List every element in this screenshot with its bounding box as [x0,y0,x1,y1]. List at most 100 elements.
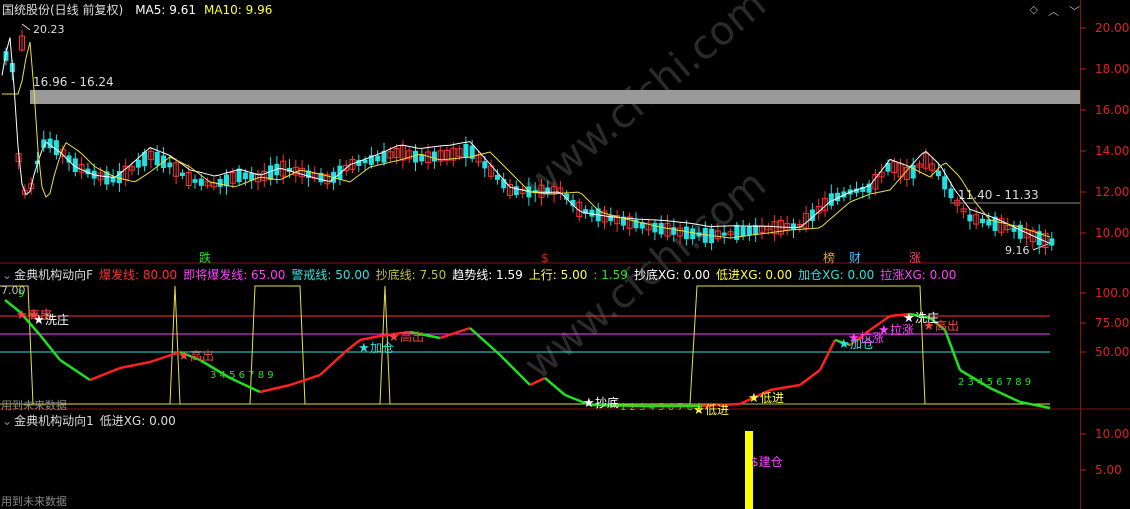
trend-segment [1019,400,1051,410]
future-data-note-lower: 用到未来数据 [1,495,67,508]
indicator-title[interactable]: 金典机构动向F [14,266,93,284]
candle-body [179,172,185,177]
candle-body [135,159,141,168]
candle-body [980,218,985,224]
candle-body [494,174,500,180]
trend-segment [149,350,181,364]
range-label: 11.40 - 11.33 [958,188,1039,202]
low-label: 9.16 [1005,244,1030,257]
candle-body [791,223,796,230]
indicator-param: 低进XG: 0.00 [716,268,793,282]
candle-body [935,170,941,177]
signal-star: ★ [33,313,45,328]
candle-body [721,232,727,236]
trend-segment [359,334,381,342]
candle-body [948,188,954,199]
high-pointer [21,23,31,31]
stock-chart-window: www.cfchi.com www.cfchi.com 20.00 18.00 16.0… [0,0,1130,509]
candle-body [337,165,343,180]
y-tick-label: 14.00 [1095,144,1129,158]
indicator-param: : 1.59 [593,268,628,282]
trend-segment [439,326,471,340]
signal-label: 高出 [190,348,214,363]
candle-body [1049,238,1055,246]
step-count-labels: 3 4 5 6 7 8 9 [210,370,274,381]
indicator-left-value: 7.00 [1,284,26,297]
y-tick-label: 75.00 [1095,316,1129,330]
candle-body [167,162,173,168]
indicator-param: 即将爆发线: 65.00 [183,268,286,282]
candle-body [375,155,381,162]
candle-body [690,228,696,239]
diamond-icon[interactable]: ◇ [1030,3,1038,19]
resistance-band [30,90,1080,104]
trend-segment [59,358,91,382]
lower-value-label: 低进XG: 0.00 [99,414,176,428]
candle-body [683,226,689,240]
indicator-param: 加仓XG: 0.00 [798,268,875,282]
signal-label: 高出 [935,318,959,333]
trend-segment [119,360,151,370]
chevron-down-icon[interactable]: ﹀ [1069,3,1080,19]
stock-title[interactable]: 国统股份(日线 前复权) [2,1,123,19]
trend-segment [319,351,346,376]
signal-label: 低进 [760,391,784,405]
candle-body [967,214,973,222]
candle-body [217,178,223,187]
signal-label: 洗庄 [45,312,69,327]
signal-star: ★ [878,323,890,338]
signal-star: ★ [748,391,760,406]
y-tick-label: 5.00 [1095,463,1122,477]
indicator-param: 拉涨XG: 0.00 [880,268,957,282]
y-tick-label: 10.00 [1095,226,1129,240]
candle-body [828,193,834,206]
candle-body [942,176,948,190]
ma5-label: MA5: 9.61 [135,3,196,17]
signal-star: ★ [388,330,400,345]
y-tick-label: 18.00 [1095,62,1129,76]
candle-body [53,140,59,156]
event-marker: 跌 [199,250,211,265]
candle-body [463,143,469,159]
ma5-line [1,37,1051,244]
indicator-param: 趋势线: 1.59 [452,268,523,282]
chart-canvas: www.cfchi.comwww.cfchi.com20.0018.0016.0… [0,0,1130,509]
lower-title[interactable]: 金典机构动向1 [14,412,94,430]
candle-body [413,150,418,163]
band-label: 16.96 - 16.24 [33,75,114,89]
signal-star: ★ [923,319,935,334]
candle-body [242,172,248,180]
step-count-labels: 1 2 3 4 5 6 7 8 9 [620,402,703,413]
event-marker: 榜 [823,250,835,265]
y-tick-label: 20.00 [1095,21,1129,35]
lower-panel-header: ⌄ 金典机构动向1 低进XG: 0.00 [0,412,176,430]
candle-body [740,226,746,237]
trend-segment [259,383,291,394]
collapse-icon[interactable]: ⌄ [2,412,12,430]
step-count-labels: 2 3 4 5 6 7 8 9 [958,377,1031,388]
indicator-param: 爆发线: 80.00 [98,268,178,282]
trend-segment [769,383,801,392]
event-marker: 财 [849,251,861,265]
trend-segment [89,366,121,382]
trend-segment [469,327,501,356]
high-label: 20.23 [33,23,65,36]
indicator-param: 上行: 5.00 [528,268,588,282]
trend-segment [799,369,821,386]
ma10-line [2,41,1051,239]
signal-star: ★ [848,331,860,346]
trend-segment [989,386,1021,404]
trend-segment [289,373,321,387]
candle-body [652,222,658,233]
candle-body [431,151,437,162]
candle-body [198,178,204,186]
build-position-bar [745,431,753,509]
build-position-label: $建仓 [751,455,783,469]
indicator-param: 抄底XG: 0.00 [633,268,711,282]
signal-star: ★ [16,308,28,323]
indicator-panel-header: ⌄ 金典机构动向F 爆发线: 80.00 即将爆发线: 65.00 警戒线: 50.… [0,266,956,284]
collapse-icon[interactable]: ⌄ [2,266,12,284]
candle-body [192,179,198,183]
chevron-up-icon[interactable]: ︿ [1048,3,1059,19]
candle-body [482,161,488,169]
